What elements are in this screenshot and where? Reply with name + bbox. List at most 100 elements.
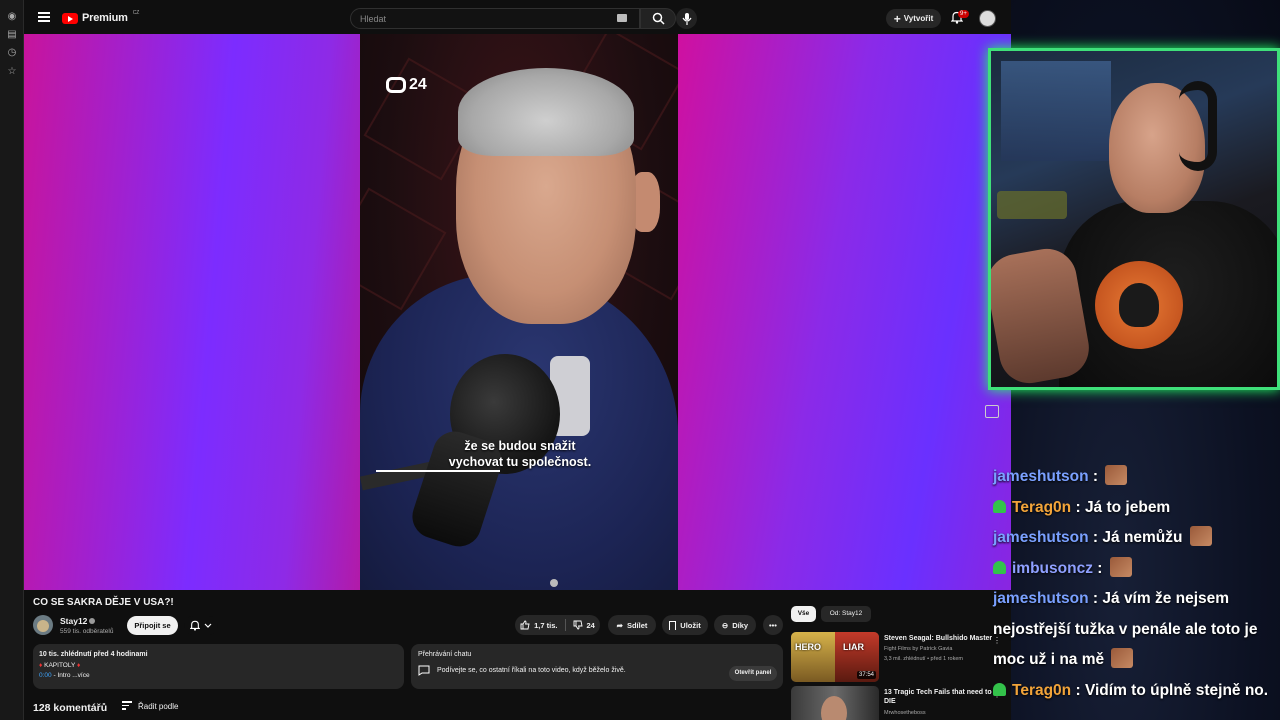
channel-name[interactable]: Stay12 xyxy=(60,616,96,626)
popout-icon[interactable] xyxy=(985,405,999,418)
youtube-logo[interactable]: Premium CZ xyxy=(62,10,140,24)
save-button[interactable]: Uložit xyxy=(662,615,708,635)
recommended-channel[interactable]: Mrwhosetheboss xyxy=(884,710,926,716)
chapter-row: 0:00 - Intro ...více xyxy=(39,672,90,679)
video-frame: 24 že se budou snažit vychovat tu společ… xyxy=(360,34,678,590)
thumbs-up-icon[interactable] xyxy=(520,620,530,630)
chat-message: Terag0n : Já to jebem xyxy=(993,493,1275,524)
chat-emote xyxy=(1189,526,1212,546)
bell-icon xyxy=(190,620,200,631)
chevron-down-icon xyxy=(204,623,212,628)
search-button[interactable] xyxy=(640,8,676,29)
video-player[interactable]: 24 že se budou snažit vychovat tu společ… xyxy=(24,34,1011,590)
progress-dot[interactable] xyxy=(550,579,558,587)
account-avatar[interactable] xyxy=(979,10,996,27)
chat-username: Terag0n xyxy=(1012,498,1072,516)
chat-replay-heading: Přehrávání chatu xyxy=(418,651,472,658)
chat-username: Terag0n xyxy=(1012,681,1072,699)
show-more-link[interactable]: ...více xyxy=(72,672,89,679)
browser-sidebar: ◉ ▤ ◷ ☆ xyxy=(0,0,24,720)
like-dislike-group: 1,7 tis. 24 xyxy=(515,615,600,635)
video-info-area: CO SE SAKRA DĚJE V USA?! Stay12 559 tis.… xyxy=(24,590,1011,720)
video-thumbnail[interactable]: HERO LIAR 37:54 xyxy=(791,632,879,682)
chat-emote xyxy=(1105,465,1128,485)
recommended-title[interactable]: Steven Seagal: Bullshido Master xyxy=(884,634,996,643)
save-label: Uložit xyxy=(680,620,701,630)
chat-text: Já to jebem xyxy=(1084,498,1171,516)
logo-region: CZ xyxy=(132,10,140,16)
tabs-icon[interactable]: ▤ xyxy=(6,29,18,41)
subscription-bell-button[interactable] xyxy=(184,616,218,635)
recommended-channel[interactable]: Fight Films by Patrick Gavia xyxy=(884,646,952,652)
video-thumbnail[interactable] xyxy=(791,686,879,720)
microphone-icon xyxy=(682,12,691,25)
webcam-feed xyxy=(988,48,1280,390)
share-label: Sdílet xyxy=(626,620,648,630)
subscriber-badge-icon xyxy=(993,499,1006,513)
subtitle-line-2: vychovat tu společnost. xyxy=(448,455,592,469)
short-progress-bar[interactable] xyxy=(376,470,500,472)
plus-icon: + xyxy=(893,11,901,26)
ct24-watermark-logo: 24 xyxy=(386,76,427,94)
chapters-label: ♦ KAPITOLY ♦ xyxy=(39,662,81,669)
more-icon: ••• xyxy=(769,620,777,630)
subscriber-badge-icon xyxy=(993,682,1006,696)
bookmark-icon xyxy=(669,620,677,630)
channel-name-text: Stay12 xyxy=(60,616,88,626)
chapter-title: Intro xyxy=(57,672,71,679)
video-title: CO SE SAKRA DĚJE V USA?! xyxy=(33,597,174,608)
history-icon[interactable]: ◷ xyxy=(6,47,18,59)
chip-all[interactable]: Vše xyxy=(791,606,816,622)
thumb-text-left: HERO xyxy=(795,642,822,652)
star-icon[interactable]: ☆ xyxy=(6,66,18,78)
chat-username: jameshutson xyxy=(993,529,1089,546)
search-input[interactable]: Hledat xyxy=(350,8,640,29)
subscriber-count: 559 tis. odběratelů xyxy=(60,628,114,635)
sort-label: Řadit podle xyxy=(138,701,179,711)
chapter-timestamp[interactable]: 0:00 xyxy=(39,672,52,679)
thumb-text-right: LIAR xyxy=(843,642,864,652)
shirt-logo xyxy=(1095,261,1183,349)
join-button[interactable]: Připojit se xyxy=(127,616,178,635)
thanks-button[interactable]: ⊖ Díky xyxy=(714,615,756,635)
chip-from-channel[interactable]: Od: Stay12 xyxy=(821,606,871,622)
youtube-play-icon xyxy=(62,12,78,24)
voice-search-button[interactable] xyxy=(676,8,697,29)
thanks-icon: ⊖ xyxy=(721,620,729,630)
thumbs-down-icon[interactable] xyxy=(573,620,583,630)
share-button[interactable]: ➦ Sdílet xyxy=(608,615,656,635)
sort-comments-button[interactable]: Řadit podle xyxy=(122,701,178,712)
comment-count: 128 komentářů xyxy=(33,702,108,714)
recommended-video[interactable]: 13 Tragic Tech Fails that need to DIE Mr… xyxy=(791,686,1011,720)
logo-text: Premium xyxy=(82,12,128,24)
more-actions-button[interactable]: ••• xyxy=(763,615,783,635)
chat-icon[interactable]: ◉ xyxy=(6,11,18,23)
dislike-count[interactable]: 24 xyxy=(587,621,595,630)
create-button[interactable]: + Vytvořit xyxy=(886,9,941,28)
hamburger-menu-icon[interactable] xyxy=(38,12,50,22)
share-icon: ➦ xyxy=(616,620,623,630)
open-panel-button[interactable]: Otevřít panel xyxy=(729,666,777,681)
verified-icon xyxy=(89,618,96,624)
chat-replay-box: Přehrávání chatu Podívejte se, co ostatn… xyxy=(411,644,783,689)
chat-text: Vidím to úplně stejně no. xyxy=(1084,681,1269,699)
notification-badge: 9+ xyxy=(958,10,969,18)
watermark-number: 24 xyxy=(409,76,427,93)
chat-message: jameshutson : Já vím že nejsem nejostřej… xyxy=(993,590,1258,668)
chat-username: jameshutson xyxy=(993,590,1089,607)
view-stats: 10 tis. zhlédnutí před 4 hodinami xyxy=(39,651,148,658)
chat-emote xyxy=(1111,648,1134,668)
chat-message: Terag0n : Vidím to úplně stejně no. xyxy=(993,676,1275,707)
recommended-meta: 3,3 mil. zhlédnutí • před 1 rokem xyxy=(884,656,963,662)
keyboard-icon[interactable] xyxy=(617,14,627,22)
recommended-title[interactable]: 13 Tragic Tech Fails that need to DIE xyxy=(884,688,996,706)
description-box[interactable]: 10 tis. zhlédnutí před 4 hodinami ♦ KAPI… xyxy=(33,644,404,689)
chat-bubble-icon xyxy=(418,665,430,676)
channel-avatar[interactable] xyxy=(33,615,53,635)
chat-message: jameshutson : xyxy=(993,462,1275,493)
video-duration: 37:54 xyxy=(856,671,876,679)
search-icon xyxy=(652,12,665,25)
like-count[interactable]: 1,7 tis. xyxy=(534,621,557,630)
recommended-video[interactable]: HERO LIAR 37:54 Steven Seagal: Bullshido… xyxy=(791,632,1011,684)
create-label: Vytvořit xyxy=(903,14,934,23)
